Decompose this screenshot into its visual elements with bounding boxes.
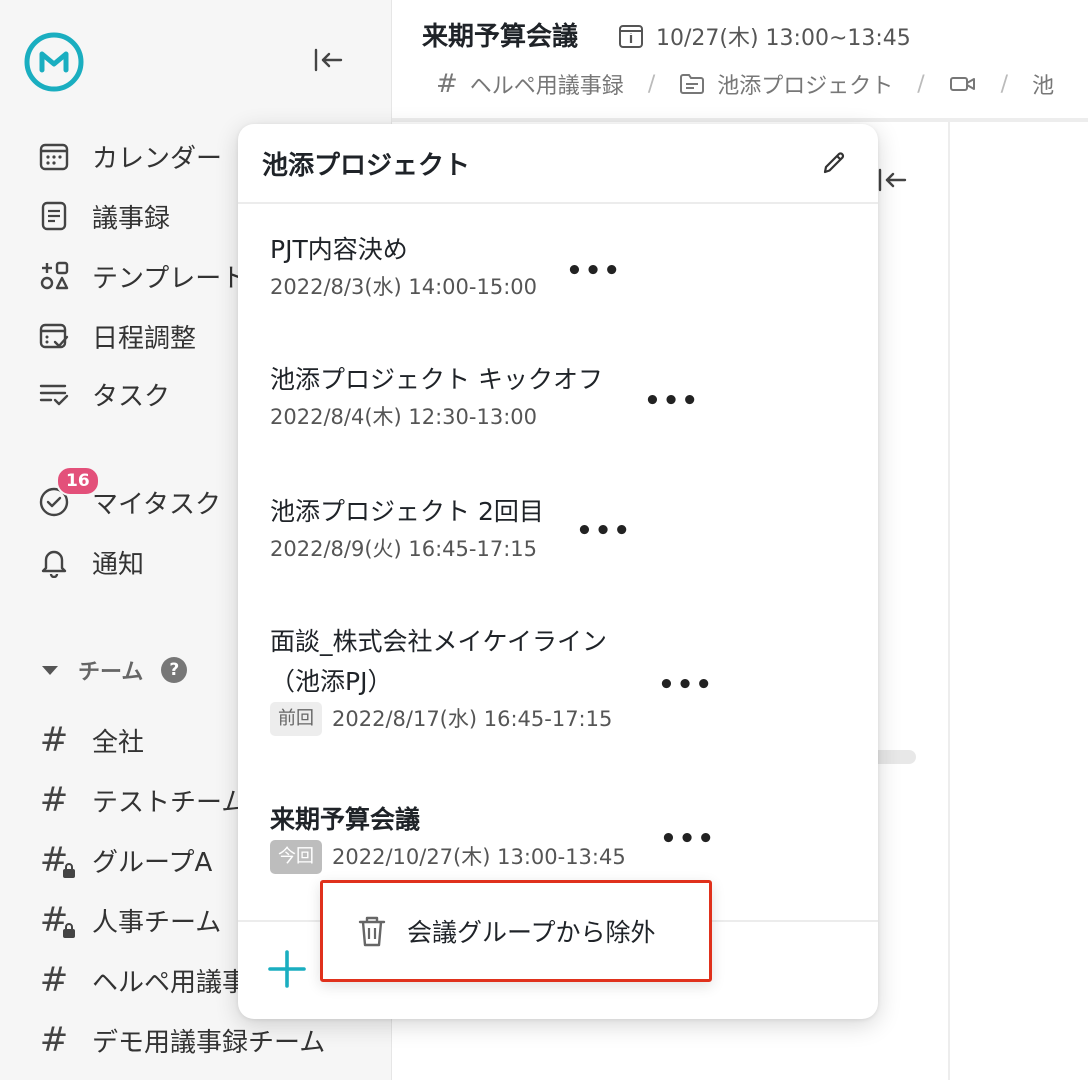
team-item[interactable]: # デモ用議事録チーム xyxy=(36,1018,325,1062)
meeting-item-title-line2: （池添PJ） xyxy=(270,667,393,696)
meeting-item-date-row: 前回 2022/8/17(水) 16:45-17:15 xyxy=(270,702,612,736)
add-meeting-button[interactable] xyxy=(262,944,312,994)
video-camera-icon xyxy=(949,77,975,91)
collapse-sidebar-button[interactable] xyxy=(306,40,350,80)
channel-hash-icon: # xyxy=(39,780,69,820)
nav-task[interactable]: タスク xyxy=(36,372,170,416)
meeting-more-button[interactable]: ••• xyxy=(644,386,698,416)
locked-channel-icon: # xyxy=(36,840,75,880)
channel-hash-icon: # xyxy=(39,720,69,760)
meeting-list-item[interactable]: 池添プロジェクト キックオフ 2022/8/4(木) 12:30-13:00 xyxy=(270,360,603,434)
help-icon[interactable]: ? xyxy=(161,657,188,683)
meeting-item-date: 2022/10/27(木) 13:00-13:45 xyxy=(332,845,626,869)
check-circle-icon: 16 xyxy=(36,466,100,520)
meeting-time-text: 10/27(木) 13:00~13:45 xyxy=(656,26,911,51)
breadcrumb: # ヘルペ用議事録 / 池添プロジェクト / / 池 xyxy=(436,68,1054,100)
nav-calendar[interactable]: カレンダー xyxy=(36,134,222,178)
team-header-label: チーム xyxy=(78,660,144,685)
collapse-left-icon xyxy=(314,48,343,72)
meeting-item-title: 池添プロジェクト キックオフ xyxy=(270,365,603,394)
breadcrumb-label: ヘルペ用議事録 xyxy=(469,74,624,99)
channel-hash-icon: # xyxy=(39,960,69,1000)
channel-hash-icon: # xyxy=(436,69,458,99)
breadcrumb-team[interactable]: # ヘルペ用議事録 xyxy=(436,68,624,100)
remove-from-group-menu-item[interactable]: 会議グループから除外 xyxy=(320,880,712,982)
meeting-item-date-row: 今回 2022/10/27(木) 13:00-13:45 xyxy=(270,840,626,874)
breadcrumb-label: 池添プロジェクト xyxy=(717,74,894,99)
channel-hash-icon: # xyxy=(39,1020,69,1060)
nav-minutes[interactable]: 議事録 xyxy=(36,194,170,238)
team-item[interactable]: # 人事チーム xyxy=(36,898,221,942)
meeting-more-button[interactable]: ••• xyxy=(576,516,630,546)
team-item[interactable]: # 全社 xyxy=(36,718,144,762)
breadcrumb-video[interactable] xyxy=(949,74,977,94)
meeting-more-button[interactable]: ••• xyxy=(658,670,712,700)
meeting-item-date: 2022/8/4(木) 12:30-13:00 xyxy=(270,405,537,429)
previous-tag: 前回 xyxy=(270,702,322,736)
template-icon xyxy=(36,258,72,294)
nav-template[interactable]: テンプレート xyxy=(36,254,247,298)
meeting-item-date: 2022/8/3(水) 14:00-15:00 xyxy=(270,275,537,299)
meeting-list-item[interactable]: 池添プロジェクト 2回目 2022/8/9(火) 16:45-17:15 xyxy=(270,492,544,566)
trash-icon xyxy=(358,916,386,947)
nav-schedule[interactable]: 日程調整 xyxy=(36,314,196,358)
meeting-item-title: 池添プロジェクト 2回目 xyxy=(270,497,544,526)
team-item[interactable]: # グループA xyxy=(36,838,212,882)
team-label: テストチーム xyxy=(92,787,248,818)
schedule-icon xyxy=(36,318,72,354)
popover-header: 池添プロジェクト xyxy=(238,124,878,204)
team-label: デモ用議事録チーム xyxy=(92,1027,326,1058)
edit-group-button[interactable] xyxy=(814,143,854,183)
collapse-left-icon xyxy=(878,168,907,192)
meeting-list-item-current[interactable]: 来期予算会議 今回 2022/10/27(木) 13:00-13:45 xyxy=(270,800,626,874)
plus-icon xyxy=(268,950,306,988)
panel-divider xyxy=(948,122,950,1080)
calendar-icon xyxy=(36,138,72,174)
nav-label: カレンダー xyxy=(92,143,223,174)
task-list-icon xyxy=(36,376,72,412)
current-tag: 今回 xyxy=(270,840,322,874)
meeting-item-title: 面談_株式会社メイケイライン xyxy=(270,627,608,656)
meeting-more-button[interactable]: ••• xyxy=(566,256,620,286)
context-menu-label: 会議グループから除外 xyxy=(407,918,656,947)
nav-label: タスク xyxy=(92,381,171,412)
bell-icon xyxy=(36,544,72,580)
team-label: 人事チーム xyxy=(92,907,222,938)
nav-label: 議事録 xyxy=(92,203,171,234)
team-label: グループA xyxy=(92,847,213,878)
folder-icon xyxy=(680,74,705,94)
document-icon xyxy=(36,198,72,234)
calendar-info-icon xyxy=(619,25,643,48)
team-section-header[interactable]: チーム ? xyxy=(40,650,188,690)
meeting-list-item[interactable]: PJT内容決め 2022/8/3(水) 14:00-15:00 xyxy=(270,230,537,304)
breadcrumb-truncated[interactable]: 池 xyxy=(1032,68,1054,100)
meeting-header: 来期予算会議 10/27(木) 13:00~13:45 # ヘルペ用議事録 / … xyxy=(392,0,1088,122)
meeting-item-date: 2022/8/17(水) 16:45-17:15 xyxy=(332,707,613,731)
app-logo[interactable] xyxy=(22,30,86,94)
nav-notifications[interactable]: 通知 xyxy=(36,540,144,584)
caret-down-icon xyxy=(42,666,58,675)
breadcrumb-separator: / xyxy=(1000,71,1009,97)
popover-title: 池添プロジェクト xyxy=(262,150,471,181)
pencil-icon xyxy=(823,152,845,174)
breadcrumb-group[interactable]: 池添プロジェクト xyxy=(679,68,893,100)
meeting-list-item[interactable]: 面談_株式会社メイケイライン （池添PJ） 前回 2022/8/17(水) 16… xyxy=(270,622,612,736)
task-count-badge: 16 xyxy=(56,466,100,496)
nav-label: テンプレート xyxy=(92,263,248,294)
meeting-time[interactable]: 10/27(木) 13:00~13:45 xyxy=(618,20,911,52)
nav-my-task[interactable]: 16 マイタスク xyxy=(36,466,221,524)
meeting-item-title: 来期予算会議 xyxy=(270,805,421,834)
team-item[interactable]: # テストチーム xyxy=(36,778,247,822)
breadcrumb-separator: / xyxy=(917,71,925,97)
team-label: 全社 xyxy=(92,727,145,758)
meeting-more-button[interactable]: ••• xyxy=(660,824,714,854)
nav-label: 通知 xyxy=(92,549,145,580)
locked-channel-icon: # xyxy=(36,900,75,940)
breadcrumb-separator: / xyxy=(647,71,656,97)
nav-label: マイタスク xyxy=(92,489,221,520)
meeting-title: 来期予算会議 xyxy=(422,22,579,52)
meeting-item-title: PJT内容決め xyxy=(270,235,408,264)
meeting-item-date: 2022/8/9(火) 16:45-17:15 xyxy=(270,537,537,561)
nav-label: 日程調整 xyxy=(92,323,197,354)
